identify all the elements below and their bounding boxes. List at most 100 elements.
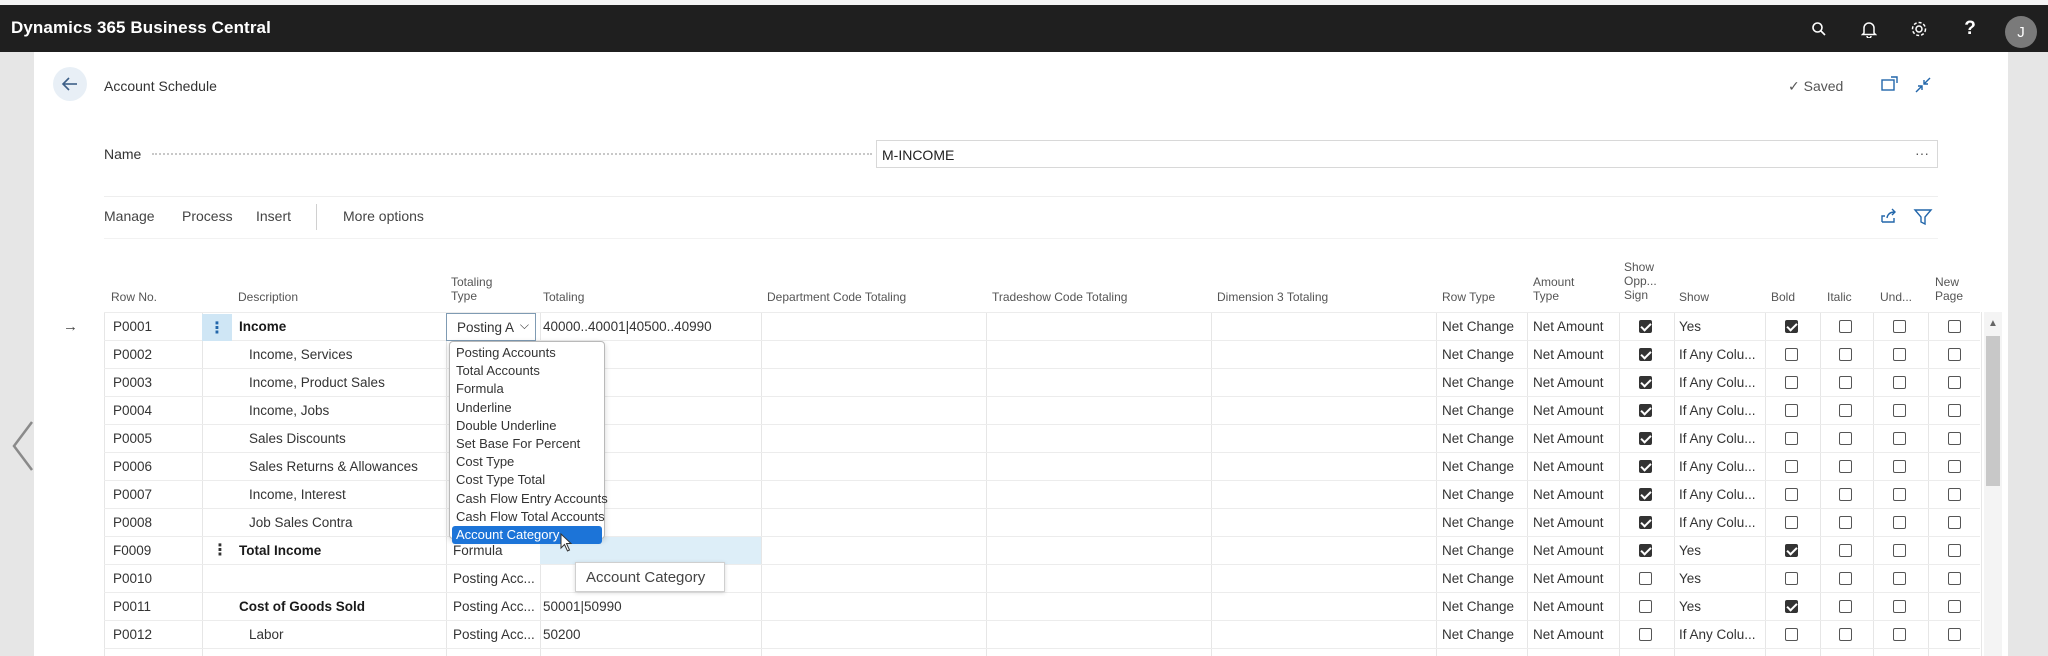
description-cell[interactable]: Income: [239, 319, 439, 334]
bell-icon[interactable]: [1855, 15, 1883, 43]
row-no-cell[interactable]: P0012: [113, 627, 198, 642]
more-options-menu[interactable]: More options: [343, 208, 424, 224]
new-page-checkbox[interactable]: [1948, 320, 1961, 333]
italic-checkbox[interactable]: [1839, 320, 1852, 333]
col-header-bold[interactable]: Bold: [1771, 290, 1795, 304]
dropdown-option[interactable]: Account Category: [452, 526, 602, 544]
bold-checkbox[interactable]: [1785, 432, 1798, 445]
italic-checkbox[interactable]: [1839, 488, 1852, 501]
col-header-amount-type[interactable]: Amount Type: [1533, 275, 1574, 303]
scrollbar-thumb[interactable]: [1986, 336, 2000, 486]
show-cell[interactable]: If Any Colu...: [1679, 431, 1764, 446]
row-type-cell[interactable]: Net Change: [1442, 347, 1527, 362]
new-page-checkbox[interactable]: [1948, 628, 1961, 641]
new-page-checkbox[interactable]: [1948, 432, 1961, 445]
row-type-cell[interactable]: Net Change: [1442, 627, 1527, 642]
underline-checkbox[interactable]: [1893, 404, 1906, 417]
row-type-cell[interactable]: Net Change: [1442, 459, 1527, 474]
bold-checkbox[interactable]: [1785, 320, 1798, 333]
totaling-type-select[interactable]: Posting A ⌵: [446, 313, 536, 341]
description-cell[interactable]: Labor: [249, 627, 449, 642]
avatar[interactable]: J: [2005, 16, 2037, 48]
show-cell[interactable]: Yes: [1679, 571, 1764, 586]
totaling-type-cell[interactable]: Posting Acc...: [453, 571, 538, 586]
previous-record-icon[interactable]: [8, 418, 38, 474]
row-type-cell[interactable]: Net Change: [1442, 431, 1527, 446]
row-type-cell[interactable]: Net Change: [1442, 515, 1527, 530]
bold-checkbox[interactable]: [1785, 600, 1798, 613]
amount-type-cell[interactable]: Net Amount: [1533, 627, 1621, 642]
show-cell[interactable]: If Any Colu...: [1679, 515, 1764, 530]
col-header-show-opp-sign[interactable]: Show Opp... Sign: [1624, 260, 1657, 302]
description-cell[interactable]: Income, Jobs: [249, 403, 449, 418]
description-cell[interactable]: Income, Interest: [249, 487, 449, 502]
row-type-cell[interactable]: Net Change: [1442, 571, 1527, 586]
italic-checkbox[interactable]: [1839, 348, 1852, 361]
back-button[interactable]: [53, 67, 87, 101]
row-no-cell[interactable]: P0008: [113, 515, 198, 530]
show-cell[interactable]: Yes: [1679, 599, 1764, 614]
description-cell[interactable]: Total Income: [239, 543, 439, 558]
bold-checkbox[interactable]: [1785, 544, 1798, 557]
underline-checkbox[interactable]: [1893, 600, 1906, 613]
new-page-checkbox[interactable]: [1948, 404, 1961, 417]
manage-menu[interactable]: Manage: [104, 208, 155, 224]
gear-icon[interactable]: [1905, 15, 1933, 43]
show-opposite-sign-checkbox[interactable]: [1639, 572, 1652, 585]
col-header-tradeshow[interactable]: Tradeshow Code Totaling: [992, 290, 1127, 304]
show-opposite-sign-checkbox[interactable]: [1639, 320, 1652, 333]
amount-type-cell[interactable]: Net Amount: [1533, 347, 1621, 362]
description-cell[interactable]: Cost of Goods Sold: [239, 599, 439, 614]
bold-checkbox[interactable]: [1785, 376, 1798, 389]
totaling-type-cell[interactable]: Formula: [453, 543, 538, 558]
show-opposite-sign-checkbox[interactable]: [1639, 516, 1652, 529]
show-opposite-sign-checkbox[interactable]: [1639, 460, 1652, 473]
search-icon[interactable]: [1805, 15, 1833, 43]
col-header-row-no[interactable]: Row No.: [111, 290, 157, 304]
italic-checkbox[interactable]: [1839, 432, 1852, 445]
italic-checkbox[interactable]: [1839, 628, 1852, 641]
dropdown-option[interactable]: Posting Accounts: [452, 344, 602, 362]
description-cell[interactable]: Job Sales Contra: [249, 515, 449, 530]
show-opposite-sign-checkbox[interactable]: [1639, 544, 1652, 557]
amount-type-cell[interactable]: Net Amount: [1533, 459, 1621, 474]
row-no-cell[interactable]: P0007: [113, 487, 198, 502]
amount-type-cell[interactable]: Net Amount: [1533, 515, 1621, 530]
bold-checkbox[interactable]: [1785, 488, 1798, 501]
dropdown-option[interactable]: Underline: [452, 399, 602, 417]
dropdown-option[interactable]: Cash Flow Total Accounts: [452, 508, 605, 526]
col-header-department[interactable]: Department Code Totaling: [767, 290, 906, 304]
italic-checkbox[interactable]: [1839, 600, 1852, 613]
bold-checkbox[interactable]: [1785, 460, 1798, 473]
totaling-type-cell[interactable]: Posting Acc...: [453, 627, 538, 642]
italic-checkbox[interactable]: [1839, 404, 1852, 417]
italic-checkbox[interactable]: [1839, 376, 1852, 389]
new-page-checkbox[interactable]: [1948, 376, 1961, 389]
italic-checkbox[interactable]: [1839, 572, 1852, 585]
insert-menu[interactable]: Insert: [256, 208, 291, 224]
dropdown-option[interactable]: Total Accounts: [452, 362, 602, 380]
amount-type-cell[interactable]: Net Amount: [1533, 431, 1621, 446]
row-no-cell[interactable]: P0005: [113, 431, 198, 446]
row-no-cell[interactable]: P0004: [113, 403, 198, 418]
scroll-up-icon[interactable]: ▲: [1988, 318, 1998, 329]
underline-checkbox[interactable]: [1893, 572, 1906, 585]
app-title[interactable]: Dynamics 365 Business Central: [11, 18, 271, 38]
row-type-cell[interactable]: Net Change: [1442, 375, 1527, 390]
description-cell[interactable]: Sales Returns & Allowances: [249, 459, 449, 474]
new-page-checkbox[interactable]: [1948, 488, 1961, 501]
row-actions-menu-icon[interactable]: ⋮: [202, 314, 232, 341]
dropdown-option[interactable]: Formula: [452, 380, 602, 398]
italic-checkbox[interactable]: [1839, 516, 1852, 529]
description-cell[interactable]: Income, Product Sales: [249, 375, 449, 390]
col-header-dimension-3[interactable]: Dimension 3 Totaling: [1217, 290, 1328, 304]
show-cell[interactable]: If Any Colu...: [1679, 375, 1764, 390]
row-no-cell[interactable]: P0011: [113, 599, 198, 614]
show-opposite-sign-checkbox[interactable]: [1639, 600, 1652, 613]
dropdown-option[interactable]: Cost Type Total: [452, 471, 602, 489]
underline-checkbox[interactable]: [1893, 488, 1906, 501]
show-opposite-sign-checkbox[interactable]: [1639, 376, 1652, 389]
underline-checkbox[interactable]: [1893, 628, 1906, 641]
col-header-totaling[interactable]: Totaling: [543, 290, 584, 304]
show-opposite-sign-checkbox[interactable]: [1639, 432, 1652, 445]
